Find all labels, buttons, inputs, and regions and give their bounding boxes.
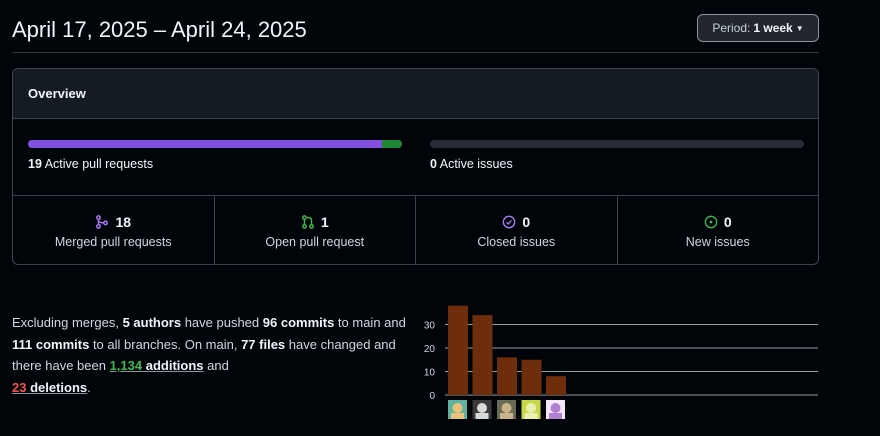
y-tick-label: 30 — [424, 321, 436, 332]
bar-author-3 — [497, 357, 517, 395]
commits-by-author-chart: 0 10 20 30 — [424, 305, 818, 419]
bar-author-2 — [472, 315, 493, 395]
y-tick-label: 0 — [429, 391, 435, 402]
y-tick-label: 20 — [424, 344, 436, 355]
bar-author-4 — [521, 359, 542, 395]
y-tick-label: 10 — [424, 368, 436, 379]
bar-author-5 — [546, 376, 566, 395]
avatar-author-4[interactable] — [521, 400, 541, 419]
avatar-author-2[interactable] — [472, 400, 492, 419]
avatar-author-1[interactable] — [448, 400, 467, 419]
avatar-author-3[interactable] — [497, 400, 516, 419]
bar-author-1 — [448, 305, 468, 395]
avatar-author-5[interactable] — [546, 400, 565, 419]
